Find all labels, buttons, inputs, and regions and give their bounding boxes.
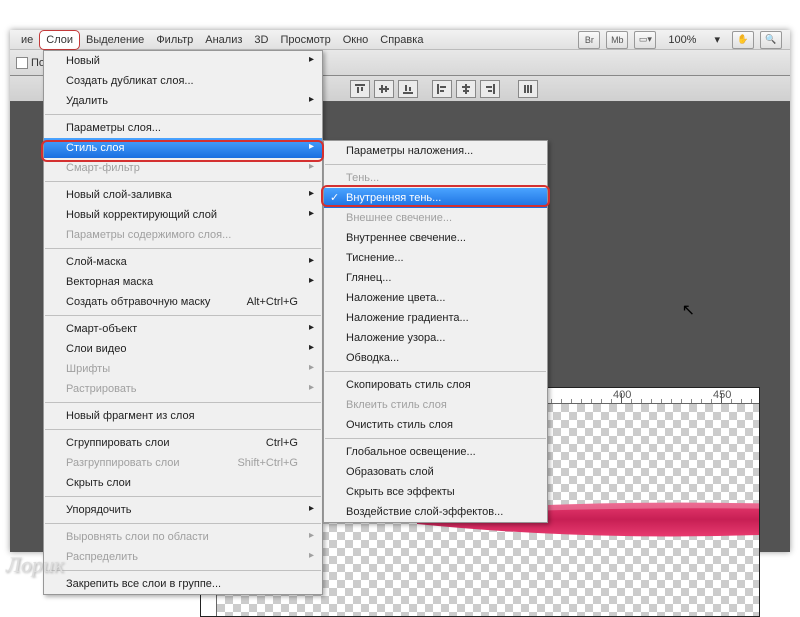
align-vcenter-icon[interactable] bbox=[374, 80, 394, 98]
layer-style-item[interactable]: Скопировать стиль слоя bbox=[324, 375, 547, 395]
layers-menu-item: Выровнять слои по области bbox=[44, 527, 322, 547]
layer-style-item[interactable]: Образовать слой bbox=[324, 462, 547, 482]
layer-style-item[interactable]: Наложение градиента... bbox=[324, 308, 547, 328]
menu-filter[interactable]: Фильтр bbox=[150, 31, 199, 49]
layers-menu-item[interactable]: Новый фрагмент из слоя bbox=[44, 406, 322, 426]
cursor-icon: ↖ bbox=[682, 300, 695, 320]
layers-menu-item[interactable]: Параметры слоя... bbox=[44, 118, 322, 138]
layer-style-item[interactable]: Параметры наложения... bbox=[324, 141, 547, 161]
layer-style-item: Внешнее свечение... bbox=[324, 208, 547, 228]
screen-mode-button[interactable]: ▭▾ bbox=[634, 31, 656, 49]
layers-menu-item[interactable]: Создать дубликат слоя... bbox=[44, 71, 322, 91]
show-checkbox[interactable] bbox=[16, 57, 28, 69]
layer-style-item[interactable]: Внутренняя тень... bbox=[324, 188, 547, 208]
layers-menu-item: Распределить bbox=[44, 547, 322, 567]
layer-style-item[interactable]: Глобальное освещение... bbox=[324, 442, 547, 462]
layers-menu: НовыйСоздать дубликат слоя...Удалить Пара… bbox=[43, 50, 323, 595]
layers-menu-item[interactable]: Создать обтравочную маскуAlt+Ctrl+G bbox=[44, 292, 322, 312]
menu-selection[interactable]: Выделение bbox=[80, 31, 150, 49]
layer-style-submenu: Параметры наложения... Тень...Внутренняя … bbox=[323, 140, 548, 523]
align-top-icon[interactable] bbox=[350, 80, 370, 98]
layers-menu-item: Разгруппировать слоиShift+Ctrl+G bbox=[44, 453, 322, 473]
zoom-level[interactable]: 100% bbox=[662, 31, 702, 49]
align-bottom-icon[interactable] bbox=[398, 80, 418, 98]
layer-style-item[interactable]: Внутреннее свечение... bbox=[324, 228, 547, 248]
layers-menu-item[interactable]: Смарт-объект bbox=[44, 319, 322, 339]
layer-style-item[interactable]: Тиснение... bbox=[324, 248, 547, 268]
menu-help[interactable]: Справка bbox=[374, 31, 429, 49]
menu-view[interactable]: Просмотр bbox=[274, 31, 336, 49]
menubar: ие Слои Выделение Фильтр Анализ 3D Просм… bbox=[10, 30, 790, 50]
layer-style-item[interactable]: Наложение цвета... bbox=[324, 288, 547, 308]
layer-style-item[interactable]: Наложение узора... bbox=[324, 328, 547, 348]
bridge-button[interactable]: Br bbox=[578, 31, 600, 49]
layers-menu-item[interactable]: Слои видео bbox=[44, 339, 322, 359]
layers-menu-item[interactable]: Новый корректирующий слой bbox=[44, 205, 322, 225]
align-left-icon[interactable] bbox=[432, 80, 452, 98]
layers-menu-item[interactable]: Слой-маска bbox=[44, 252, 322, 272]
layer-style-item[interactable]: Глянец... bbox=[324, 268, 547, 288]
layers-menu-item: Шрифты bbox=[44, 359, 322, 379]
menu-analysis[interactable]: Анализ bbox=[199, 31, 248, 49]
layers-menu-item[interactable]: Удалить bbox=[44, 91, 322, 111]
mb-button[interactable]: Mb bbox=[606, 31, 628, 49]
align-right-icon[interactable] bbox=[480, 80, 500, 98]
menu-cut: ие bbox=[15, 31, 39, 49]
layers-menu-item[interactable]: Закрепить все слои в группе... bbox=[44, 574, 322, 594]
layer-style-item[interactable]: Скрыть все эффекты bbox=[324, 482, 547, 502]
layer-style-item: Вклеить стиль слоя bbox=[324, 395, 547, 415]
layers-menu-item: Смарт-фильтр bbox=[44, 158, 322, 178]
layers-menu-item[interactable]: Новый bbox=[44, 51, 322, 71]
zoom-tool-button[interactable]: 🔍 bbox=[760, 31, 782, 49]
distribute-icon[interactable] bbox=[518, 80, 538, 98]
zoom-dropdown-icon[interactable]: ▾ bbox=[708, 30, 726, 49]
layers-menu-item[interactable]: Новый слой-заливка bbox=[44, 185, 322, 205]
layers-menu-item[interactable]: Стиль слоя bbox=[44, 138, 322, 158]
layer-style-item[interactable]: Очистить стиль слоя bbox=[324, 415, 547, 435]
layers-menu-item[interactable]: Упорядочить bbox=[44, 500, 322, 520]
menu-layers[interactable]: Слои bbox=[39, 30, 80, 50]
menu-window[interactable]: Окно bbox=[337, 31, 375, 49]
layers-menu-item: Параметры содержимого слоя... bbox=[44, 225, 322, 245]
layer-style-item: Тень... bbox=[324, 168, 547, 188]
align-hcenter-icon[interactable] bbox=[456, 80, 476, 98]
menu-3d[interactable]: 3D bbox=[248, 31, 274, 49]
watermark: Лорик bbox=[6, 552, 64, 578]
layers-menu-item[interactable]: Скрыть слои bbox=[44, 473, 322, 493]
layer-style-item[interactable]: Воздействие слой-эффектов... bbox=[324, 502, 547, 522]
layer-style-item[interactable]: Обводка... bbox=[324, 348, 547, 368]
layers-menu-item: Растрировать bbox=[44, 379, 322, 399]
layers-menu-item[interactable]: Сгруппировать слоиCtrl+G bbox=[44, 433, 322, 453]
hand-tool-button[interactable]: ✋ bbox=[732, 31, 754, 49]
layers-menu-item[interactable]: Векторная маска bbox=[44, 272, 322, 292]
